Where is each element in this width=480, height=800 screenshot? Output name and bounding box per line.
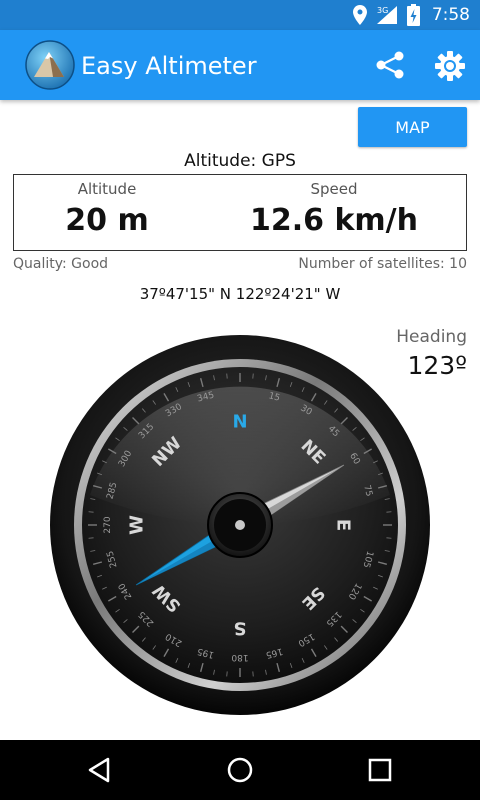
- readings-panel: Altitude 20 m Speed 12.6 km/h: [13, 174, 467, 251]
- app-bar: Easy Altimeter: [0, 30, 480, 100]
- compass: 1530456075105120135150165180195210225240…: [50, 335, 430, 715]
- battery-charging-icon: [406, 4, 420, 26]
- status-time: 7:58: [431, 5, 470, 25]
- app-title: Easy Altimeter: [81, 52, 257, 80]
- compass-cardinal-w: W: [127, 515, 148, 535]
- home-icon[interactable]: [225, 755, 255, 785]
- navigation-bar: [0, 740, 480, 800]
- recents-icon[interactable]: [366, 756, 394, 784]
- compass-cardinal-s: S: [234, 618, 247, 639]
- mountain-logo-icon: [25, 40, 75, 90]
- compass-cardinal-e: E: [333, 519, 354, 531]
- back-icon[interactable]: [84, 756, 114, 784]
- altitude-label: Altitude: [77, 180, 137, 198]
- compass-degree-label: 180: [231, 652, 248, 662]
- network-type-label: 3G: [377, 6, 388, 15]
- speed-label: Speed: [310, 180, 358, 198]
- speed-value: 12.6 km/h: [250, 203, 418, 238]
- signal-icon: 3G: [376, 6, 397, 24]
- altitude-source: Altitude: GPS: [184, 151, 296, 171]
- compass-degree-label: 270: [103, 516, 113, 533]
- settings-gear-icon[interactable]: [434, 50, 466, 82]
- map-button[interactable]: MAP: [358, 107, 467, 147]
- satellite-count: Number of satellites: 10: [298, 256, 467, 272]
- status-bar: 3G 7:58: [0, 0, 480, 30]
- compass-cardinal-n: N: [232, 412, 247, 433]
- coordinates: 37º47'15" N 122º24'21" W: [139, 285, 341, 303]
- gps-quality: Quality: Good: [13, 256, 109, 272]
- altitude-value: 20 m: [65, 203, 149, 238]
- location-icon: [352, 5, 367, 25]
- compass-pivot: [235, 520, 245, 530]
- share-icon[interactable]: [374, 51, 406, 79]
